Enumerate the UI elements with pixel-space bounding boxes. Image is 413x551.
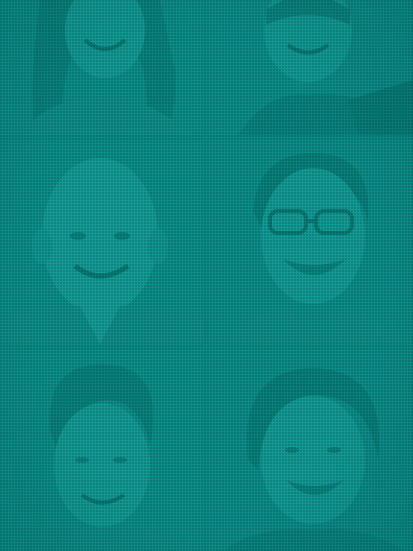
grid-gutter-horizontal-1	[0, 135, 413, 141]
portrait-gallery	[0, 0, 413, 551]
portrait-photo-2	[208, 0, 413, 135]
grid-gutter-vertical	[203, 0, 208, 551]
portrait-tile-2	[208, 0, 413, 135]
portrait-tile-3	[0, 141, 203, 344]
portrait-tile-5	[0, 350, 203, 551]
portrait-tile-1	[0, 0, 203, 135]
portrait-photo-5	[0, 350, 203, 551]
portrait-photo-3	[0, 141, 203, 344]
portrait-photo-1	[0, 0, 203, 135]
portrait-tile-4	[208, 141, 413, 344]
portrait-photo-6	[208, 350, 413, 551]
portrait-photo-4	[208, 141, 413, 344]
grid-gutter-horizontal-2	[0, 344, 413, 350]
portrait-tile-6	[208, 350, 413, 551]
